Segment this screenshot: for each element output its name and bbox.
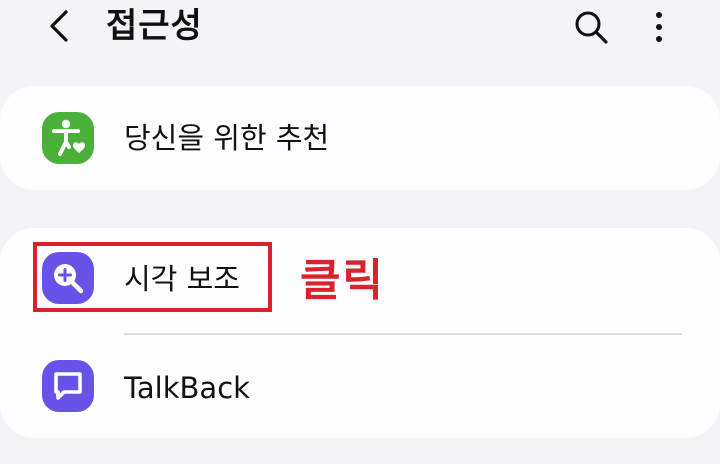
page-title: 접근성 (106, 6, 203, 46)
click-annotation: 클릭 (300, 255, 385, 306)
search-icon (575, 11, 608, 44)
list-divider (124, 333, 682, 335)
more-vertical-icon (656, 12, 662, 42)
top-app-bar: 접근성 (0, 0, 720, 60)
more-options-button[interactable] (640, 6, 678, 48)
search-button[interactable] (570, 6, 612, 48)
chevron-left-icon (50, 10, 68, 42)
menu-item-label: TalkBack (124, 371, 250, 405)
accessibility-person-icon (42, 112, 94, 164)
back-button[interactable] (40, 4, 80, 48)
highlight-box (33, 242, 272, 312)
menu-item-recommendations[interactable]: 당신을 위한 추천 (0, 108, 720, 168)
menu-item-talkback[interactable]: TalkBack (0, 356, 720, 416)
chat-bubble-icon (42, 360, 94, 412)
menu-item-label: 당신을 위한 추천 (124, 121, 330, 155)
